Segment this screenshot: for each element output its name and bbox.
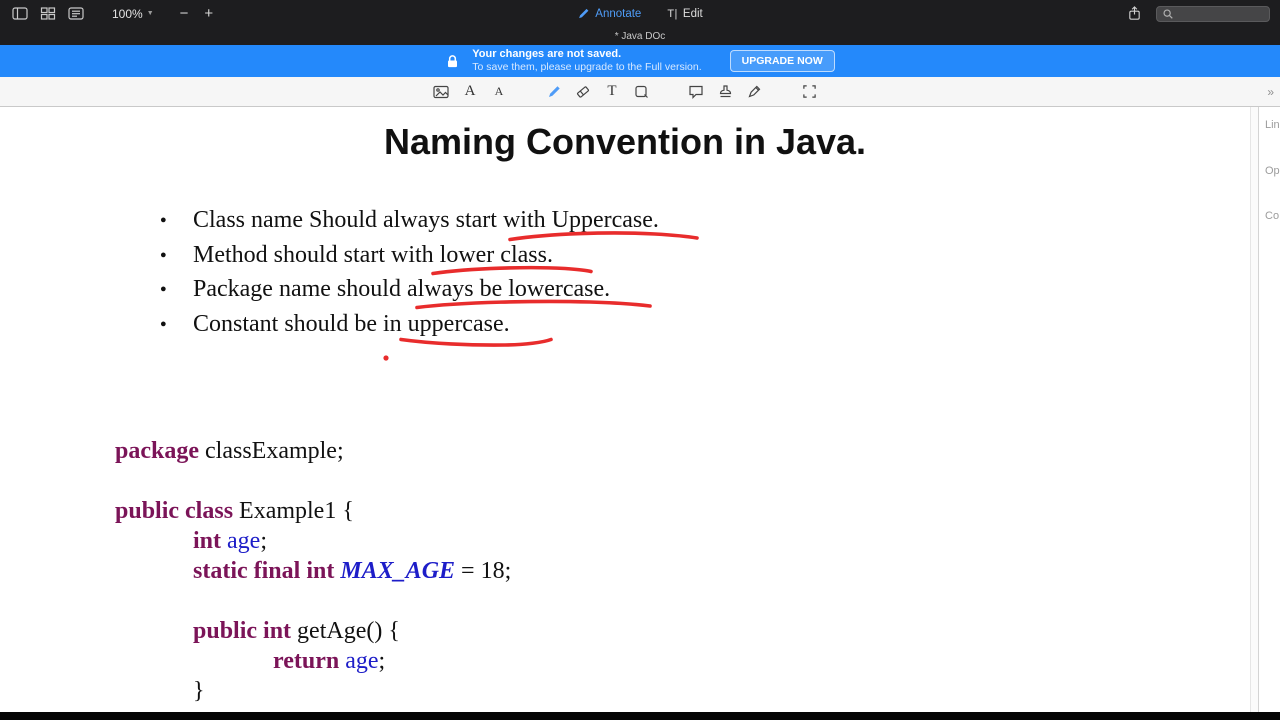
pencil-icon bbox=[577, 7, 590, 20]
image-annotation-icon[interactable] bbox=[432, 81, 450, 103]
code-line: int age; bbox=[115, 526, 511, 556]
comment-tool-icon[interactable] bbox=[687, 81, 705, 103]
text-format-small-icon[interactable]: A bbox=[490, 81, 508, 103]
code-token: ; bbox=[260, 528, 267, 554]
signature-tool-icon[interactable] bbox=[745, 81, 763, 103]
search-icon bbox=[1162, 8, 1174, 20]
vertical-scrollbar[interactable] bbox=[1250, 107, 1258, 712]
draw-tools-group: T bbox=[545, 81, 650, 103]
select-area-icon[interactable] bbox=[800, 81, 818, 103]
ink-dot-annotation[interactable] bbox=[383, 355, 389, 361]
banner-text: Your changes are not saved. To save them… bbox=[472, 47, 701, 75]
bullet-list: Class name Should always start with Uppe… bbox=[158, 203, 659, 341]
zoom-control[interactable]: 100% ▼ bbox=[112, 7, 154, 21]
code-token: age bbox=[345, 648, 379, 674]
code-line: package classExample; bbox=[115, 436, 511, 466]
tool-strip: A A T bbox=[432, 77, 855, 106]
text-style-group: A A bbox=[432, 81, 508, 103]
tab-edit[interactable]: T| Edit bbox=[667, 8, 702, 20]
code-line: } bbox=[115, 676, 511, 706]
code-token: = 18; bbox=[455, 558, 512, 584]
text-edit-icon: T| bbox=[667, 7, 678, 20]
code-line: return age; bbox=[115, 646, 511, 676]
code-token: package bbox=[115, 438, 199, 464]
eraser-tool-icon[interactable] bbox=[574, 81, 592, 103]
app-toolbar: 100% ▼ − + Annotate T| Edit bbox=[0, 0, 1280, 27]
bullet-text: Package name should always be lowercase. bbox=[193, 276, 611, 302]
code-token: static final int bbox=[193, 558, 335, 584]
chevron-down-icon: ▼ bbox=[146, 10, 154, 17]
bullet-item: Package name should always be lowercase. bbox=[158, 272, 659, 307]
sidebar-toggle-icon[interactable] bbox=[12, 6, 28, 21]
upgrade-now-button[interactable]: UPGRADE NOW bbox=[729, 50, 835, 72]
select-tools-group bbox=[800, 81, 818, 103]
bullet-text: Class name Should always start with Uppe… bbox=[193, 207, 659, 233]
banner-subtitle: To save them, please upgrade to the Full… bbox=[472, 61, 702, 74]
page-list-icon[interactable] bbox=[68, 6, 84, 21]
topbar-right bbox=[1127, 0, 1270, 27]
pdf-page[interactable]: Naming Convention in Java. Class name Sh… bbox=[0, 107, 1250, 712]
share-icon[interactable] bbox=[1127, 5, 1142, 22]
panel-label: Lin bbox=[1265, 119, 1280, 131]
code-token: int bbox=[193, 528, 222, 554]
search-box[interactable] bbox=[1156, 5, 1270, 22]
annotate-label: Annotate bbox=[595, 7, 642, 20]
code-block: package classExample; public class Examp… bbox=[115, 436, 511, 706]
search-input[interactable] bbox=[1178, 6, 1264, 21]
lock-icon bbox=[445, 53, 460, 69]
zoom-out-button[interactable]: − bbox=[180, 6, 189, 21]
text-format-large-icon[interactable]: A bbox=[461, 81, 479, 103]
code-token: age bbox=[227, 528, 261, 554]
text-tool-icon[interactable]: T bbox=[603, 81, 621, 103]
code-line: static final int MAX_AGE = 18; bbox=[115, 556, 511, 586]
document-titlebar: * Java DOc bbox=[0, 27, 1280, 45]
code-token: MAX_AGE bbox=[340, 558, 456, 584]
shape-tool-icon[interactable] bbox=[632, 81, 650, 103]
bullet-text: Constant should be in uppercase. bbox=[193, 310, 510, 337]
code-token: getAge() { bbox=[291, 618, 400, 644]
view-controls: 100% ▼ − + bbox=[0, 6, 213, 21]
bullet-item: Constant should be in uppercase. bbox=[158, 307, 659, 342]
panel-label: Co bbox=[1265, 210, 1280, 222]
page-title: Naming Convention in Java. bbox=[383, 121, 867, 162]
code-token: public class bbox=[115, 498, 234, 524]
panel-label: Op bbox=[1265, 165, 1280, 177]
code-token: Example1 { bbox=[233, 498, 354, 524]
mode-tabs: Annotate T| Edit bbox=[577, 0, 703, 27]
tab-annotate[interactable]: Annotate bbox=[577, 7, 641, 20]
code-token: ; bbox=[378, 648, 386, 674]
edit-label: Edit bbox=[682, 7, 703, 20]
code-token: return bbox=[273, 648, 340, 674]
code-token: classExample; bbox=[199, 438, 344, 464]
code-token: public int bbox=[193, 618, 292, 644]
thumbnails-grid-icon[interactable] bbox=[40, 6, 56, 21]
zoom-in-button[interactable]: + bbox=[204, 6, 213, 21]
document-title-text: * Java DOc bbox=[614, 30, 666, 42]
code-token: } bbox=[193, 678, 205, 704]
bottom-bar bbox=[0, 712, 1280, 720]
pencil-tool-icon[interactable] bbox=[545, 81, 563, 103]
code-line: public int getAge() { bbox=[115, 616, 511, 646]
right-panel-edge[interactable]: Lin Op Co bbox=[1258, 107, 1280, 712]
banner-title: Your changes are not saved. bbox=[472, 48, 622, 61]
more-tools-chevron-icon[interactable]: » bbox=[1267, 85, 1274, 99]
markup-tools-group bbox=[687, 81, 763, 103]
upgrade-banner: Your changes are not saved. To save them… bbox=[0, 45, 1280, 77]
stamp-tool-icon[interactable] bbox=[716, 81, 734, 103]
annotation-toolbar: A A T » bbox=[0, 77, 1280, 107]
code-line: public class Example1 { bbox=[115, 496, 511, 526]
bullet-item: Method should start with lower class. bbox=[158, 238, 659, 273]
bullet-item: Class name Should always start with Uppe… bbox=[158, 203, 659, 238]
bullet-text: Method should start with lower class. bbox=[193, 241, 553, 268]
zoom-level: 100% bbox=[112, 6, 143, 21]
document-area: Naming Convention in Java. Class name Sh… bbox=[0, 107, 1280, 712]
app-window: 100% ▼ − + Annotate T| Edit * Java DOc Y… bbox=[0, 0, 1280, 720]
